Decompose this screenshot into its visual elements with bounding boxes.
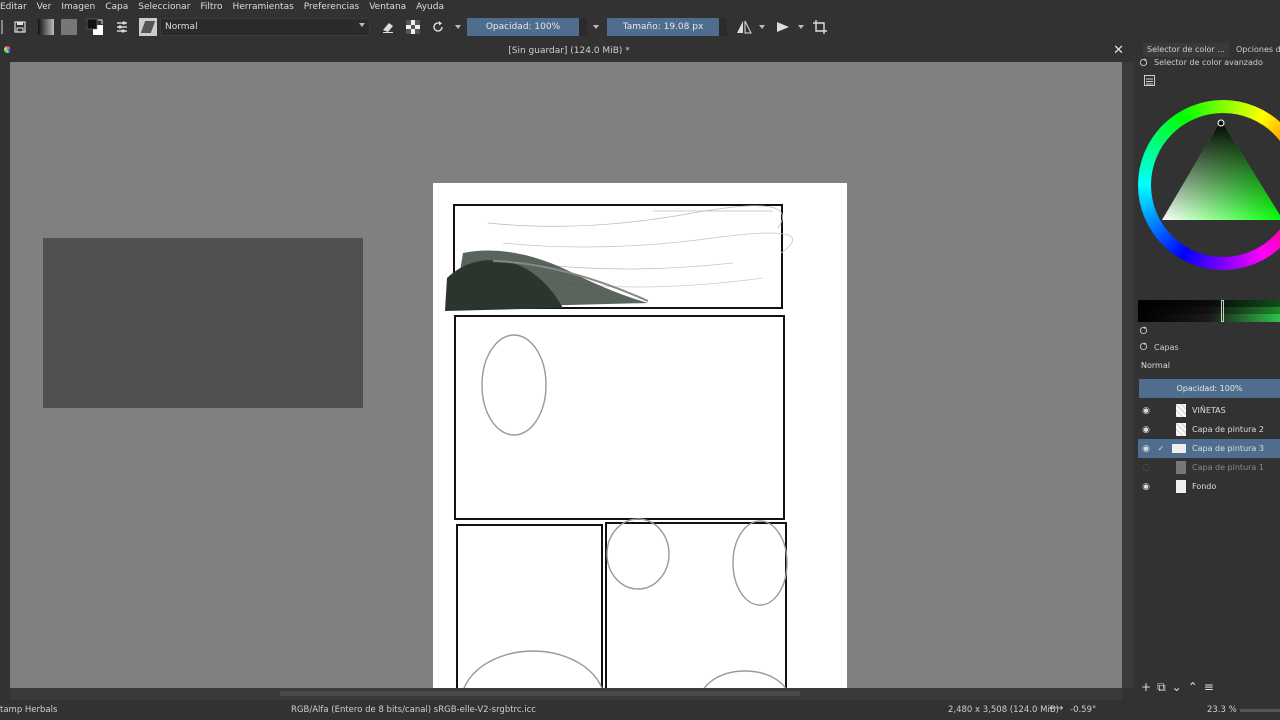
menu-ayuda[interactable]: Ayuda <box>411 2 449 12</box>
opacity-slider-label: Opacidad: 100% <box>485 22 561 32</box>
layer-row-vinetas[interactable]: ◉ VIÑETAS <box>1138 401 1280 420</box>
color-triangle[interactable] <box>1138 100 1280 270</box>
layer-name: VIÑETAS <box>1192 406 1226 415</box>
layer-thumbnail <box>1176 480 1186 493</box>
gradient-preset-icon[interactable] <box>38 18 54 36</box>
refresh-icon[interactable] <box>1139 326 1149 336</box>
layer-thumbnail <box>1172 444 1186 453</box>
check-icon: ✓ <box>1157 444 1165 453</box>
pattern-preset-icon[interactable] <box>61 18 77 36</box>
color-shade-bars[interactable] <box>1138 300 1280 322</box>
tab-tool-options-label: Opciones de <box>1236 45 1280 54</box>
color-wheel[interactable] <box>1138 100 1280 270</box>
layer-thumbnail <box>1176 404 1186 417</box>
menu-herramientas[interactable]: Herramientas <box>227 2 298 12</box>
eye-icon[interactable]: ◉ <box>1138 406 1154 416</box>
vertical-scrollbar[interactable] <box>1122 62 1134 688</box>
layer-row-capa-1[interactable]: ○ Capa de pintura 1 <box>1138 458 1280 477</box>
eraser-icon[interactable] <box>380 18 396 36</box>
status-dimensions: 2,480 x 3,508 (124.0 MiB) <box>948 705 1059 715</box>
menu-imagen[interactable]: Imagen <box>56 2 100 12</box>
layers-panel-icon[interactable] <box>1139 342 1149 352</box>
layer-thumbnail <box>1176 423 1186 436</box>
blend-mode-dropdown[interactable]: Normal <box>160 18 370 36</box>
fg-bg-color-icon[interactable] <box>86 18 104 36</box>
layers-opacity-label: Opacidad: 100% <box>1176 384 1243 393</box>
overview-panel <box>43 238 363 408</box>
layer-name: Capa de pintura 3 <box>1192 444 1264 453</box>
layer-name: Capa de pintura 2 <box>1192 425 1264 434</box>
document-page[interactable] <box>433 183 847 720</box>
layer-row-capa-3[interactable]: ◉ ✓ Capa de pintura 3 <box>1138 439 1280 458</box>
status-color-space: RGB/Alfa (Entero de 8 bits/canal) sRGB-e… <box>291 705 536 715</box>
preserve-alpha-icon[interactable] <box>405 18 421 36</box>
layer-name: Capa de pintura 1 <box>1192 463 1264 472</box>
blend-mode-value: Normal <box>165 22 198 32</box>
layer-actions-bar: + ⧉ ⌄ ⌃ ≡ <box>1141 679 1280 695</box>
zoom-slider[interactable] <box>1240 709 1280 712</box>
size-spinner[interactable] <box>719 18 727 36</box>
eye-icon[interactable]: ◉ <box>1138 425 1154 435</box>
document-title: [Sin guardar] (124.0 MiB) * <box>508 46 630 56</box>
layer-properties-icon[interactable]: ≡ <box>1204 680 1214 694</box>
menu-filtro[interactable]: Filtro <box>195 2 227 12</box>
chevron-down-icon[interactable] <box>592 18 600 36</box>
layers-blend-mode[interactable]: Normal <box>1141 361 1170 370</box>
rotate-canvas-icon[interactable]: ⟷ <box>1049 703 1063 714</box>
comic-panels-drawing <box>445 204 793 720</box>
advanced-color-selector-label: Selector de color avanzado <box>1154 58 1263 67</box>
chevron-down-icon <box>359 23 365 27</box>
toolbar-handle <box>0 18 4 36</box>
layers-opacity-slider[interactable]: Opacidad: 100% <box>1139 379 1280 398</box>
tool-options-bar: Normal Opacidad: 100% Tamaño: 19.08 px <box>0 14 1280 40</box>
refresh-icon[interactable] <box>1139 58 1149 68</box>
move-layer-down-icon[interactable]: ⌄ <box>1172 680 1182 694</box>
chevron-down-icon[interactable] <box>758 18 766 36</box>
status-zoom[interactable]: 23.3 % <box>1207 705 1237 715</box>
chevron-down-icon[interactable] <box>454 18 462 36</box>
menu-ver[interactable]: Ver <box>32 2 57 12</box>
layer-name: Fondo <box>1192 482 1217 491</box>
left-dock-strip <box>0 40 11 688</box>
status-rotation[interactable]: -0.59° <box>1070 705 1096 715</box>
brush-preset-icon[interactable] <box>139 18 157 36</box>
duplicate-layer-icon[interactable]: ⧉ <box>1157 680 1166 695</box>
color-selector-settings-icon[interactable] <box>1144 75 1156 87</box>
horizontal-scrollbar-thumb[interactable] <box>280 691 800 696</box>
eye-icon[interactable]: ◉ <box>1138 444 1154 454</box>
save-icon[interactable] <box>12 18 28 36</box>
move-layer-up-icon[interactable]: ⌃ <box>1188 680 1198 694</box>
brush-settings-icon[interactable] <box>114 18 130 36</box>
menu-editar[interactable]: Editar <box>0 2 32 12</box>
eye-hidden-icon[interactable]: ○ <box>1138 463 1154 473</box>
document-title-bar: [Sin guardar] (124.0 MiB) * ✕ <box>10 40 1128 62</box>
tab-color-selector[interactable]: Selector de color ... <box>1143 43 1229 57</box>
menu-capa[interactable]: Capa <box>100 2 133 12</box>
eye-icon[interactable]: ◉ <box>1138 482 1154 492</box>
reload-preset-icon[interactable] <box>430 18 446 36</box>
status-bar: tamp Herbals RGB/Alfa (Entero de 8 bits/… <box>0 700 1280 720</box>
size-slider[interactable]: Tamaño: 19.08 px <box>607 18 719 36</box>
mirror-horizontal-icon[interactable] <box>735 18 753 36</box>
opacity-slider[interactable]: Opacidad: 100% <box>467 18 579 36</box>
tab-tool-options[interactable]: Opciones de <box>1232 43 1280 57</box>
layer-row-capa-2[interactable]: ◉ Capa de pintura 2 <box>1138 420 1280 439</box>
chevron-down-icon[interactable] <box>797 18 805 36</box>
menu-bar: Editar Ver Imagen Capa Seleccionar Filtr… <box>0 0 1280 14</box>
size-slider-label: Tamaño: 19.08 px <box>622 22 704 32</box>
close-document-icon[interactable]: ✕ <box>1113 40 1124 62</box>
menu-preferencias[interactable]: Preferencias <box>299 2 364 12</box>
menu-seleccionar[interactable]: Seleccionar <box>133 2 195 12</box>
add-layer-icon[interactable]: + <box>1141 680 1151 694</box>
crop-icon[interactable] <box>812 18 828 36</box>
layer-thumbnail <box>1176 461 1186 474</box>
tab-color-selector-label: Selector de color ... <box>1147 45 1225 54</box>
layer-row-fondo[interactable]: ◉ Fondo <box>1138 477 1280 496</box>
menu-ventana[interactable]: Ventana <box>364 2 411 12</box>
status-brush-name[interactable]: tamp Herbals <box>0 705 57 715</box>
layers-title: Capas <box>1154 343 1179 352</box>
opacity-spinner[interactable] <box>579 18 587 36</box>
mirror-vertical-icon[interactable] <box>774 18 792 36</box>
